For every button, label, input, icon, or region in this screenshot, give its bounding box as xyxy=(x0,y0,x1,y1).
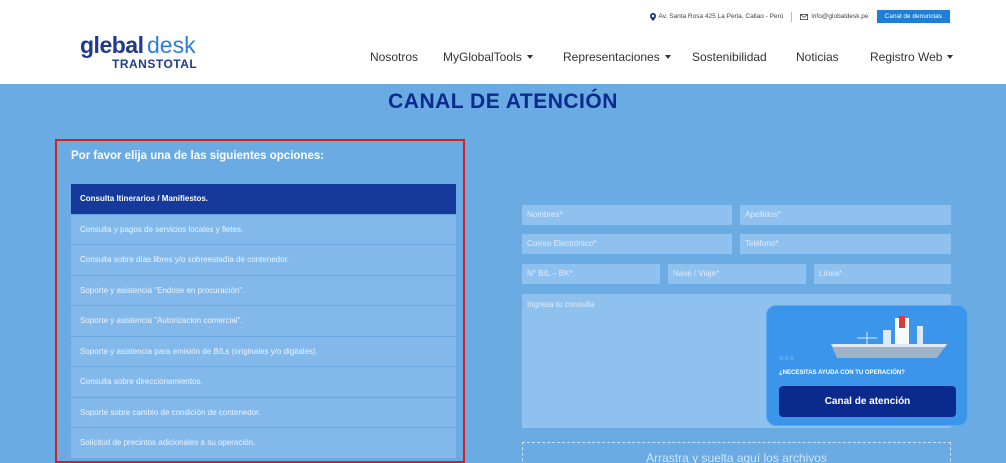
option-item[interactable]: Soporte sobre cambio de condición de con… xyxy=(71,397,456,428)
mail-icon xyxy=(800,13,809,20)
option-item[interactable]: Consulta sobre días libres y/o sobreesta… xyxy=(71,245,456,276)
option-item[interactable]: Consulta sobre direccionamientos. xyxy=(71,367,456,398)
contact-info: Av. Santa Rosa 425 La Perla, Callao - Pe… xyxy=(649,10,950,23)
option-item[interactable]: Consulta y pagos de servicios locales y … xyxy=(71,214,456,245)
nav-label: MyGlobalTools xyxy=(443,50,522,64)
caret-down-icon xyxy=(664,55,671,59)
bl-input[interactable]: N° B/L – BK* xyxy=(522,264,660,284)
email-link[interactable]: info@globaldesk.pe xyxy=(811,13,868,20)
option-item[interactable]: Soporte y asistencia para emisión de B/L… xyxy=(71,336,456,367)
nav-registro-web[interactable]: Registro Web xyxy=(870,50,954,64)
apellidos-input[interactable]: Apellidos* xyxy=(740,205,951,225)
address-item: Av. Santa Rosa 425 La Perla, Callao - Pe… xyxy=(649,12,784,21)
nav-label: Representaciones xyxy=(563,50,660,64)
nav-myglobaltools[interactable]: MyGlobalTools xyxy=(443,50,533,64)
help-question: ¿NECESITAS AYUDA CON TU OPERACIÓN? xyxy=(779,370,905,376)
telefono-input[interactable]: Teléfono* xyxy=(740,234,951,254)
option-item[interactable]: Soporte y asistencia "Autorizacion comer… xyxy=(71,306,456,337)
location-pin-icon xyxy=(649,12,656,21)
canal-atencion-button[interactable]: Canal de atención xyxy=(779,386,956,417)
options-list: Consulta Itinerarios / Manifiestos. Cons… xyxy=(71,184,456,459)
option-item[interactable]: Solicitud de precintos adicionales a su … xyxy=(71,428,456,459)
caret-down-icon xyxy=(947,55,954,59)
file-dropzone[interactable]: Arrastra y suelta aquí los archivos xyxy=(522,442,951,463)
top-info-bar: Av. Santa Rosa 425 La Perla, Callao - Pe… xyxy=(0,0,1006,26)
options-header: Por favor elija una de las siguientes op… xyxy=(71,150,325,162)
email-input[interactable]: Correo Electrónico* xyxy=(522,234,732,254)
site-header: glebal desk TRANSTOTAL Nosotros MyGlobal… xyxy=(0,26,1006,84)
help-card: ○○○ ¿NECESITAS AYUDA CON TU OPERACIÓN? C… xyxy=(766,305,968,426)
option-item[interactable]: Consulta Itinerarios / Manifiestos. xyxy=(71,184,456,215)
address-text: Av. Santa Rosa 425 La Perla, Callao - Pe… xyxy=(658,13,784,20)
main-nav: Nosotros MyGlobalTools Representaciones … xyxy=(0,50,1006,66)
page-title: CANAL DE ATENCIÓN xyxy=(388,90,618,113)
nav-noticias[interactable]: Noticias xyxy=(796,50,839,64)
caret-down-icon xyxy=(526,55,533,59)
nav-representaciones[interactable]: Representaciones xyxy=(563,50,671,64)
nav-label: Registro Web xyxy=(870,50,943,64)
nav-label: Noticias xyxy=(796,50,839,64)
option-item[interactable]: Soporte y asistencia "Endose en procurac… xyxy=(71,275,456,306)
nav-nosotros[interactable]: Nosotros xyxy=(370,50,418,64)
nav-label: Sostenibilidad xyxy=(692,50,767,64)
divider xyxy=(791,11,793,22)
nav-label: Nosotros xyxy=(370,50,419,64)
nav-sostenibilidad[interactable]: Sostenibilidad xyxy=(692,50,767,64)
report-channel-button[interactable]: Canal de denuncias xyxy=(876,10,950,23)
nave-viaje-input[interactable]: Nave / Viaje* xyxy=(668,264,806,284)
nombres-input[interactable]: Nombres* xyxy=(522,205,732,225)
options-panel: Por favor elija una de las siguientes op… xyxy=(55,139,465,463)
dots-decoration: ○○○ xyxy=(779,355,795,362)
ship-icon xyxy=(831,316,947,358)
linea-input[interactable]: Línea* xyxy=(814,264,951,284)
email-item[interactable]: info@globaldesk.pe xyxy=(800,13,869,20)
